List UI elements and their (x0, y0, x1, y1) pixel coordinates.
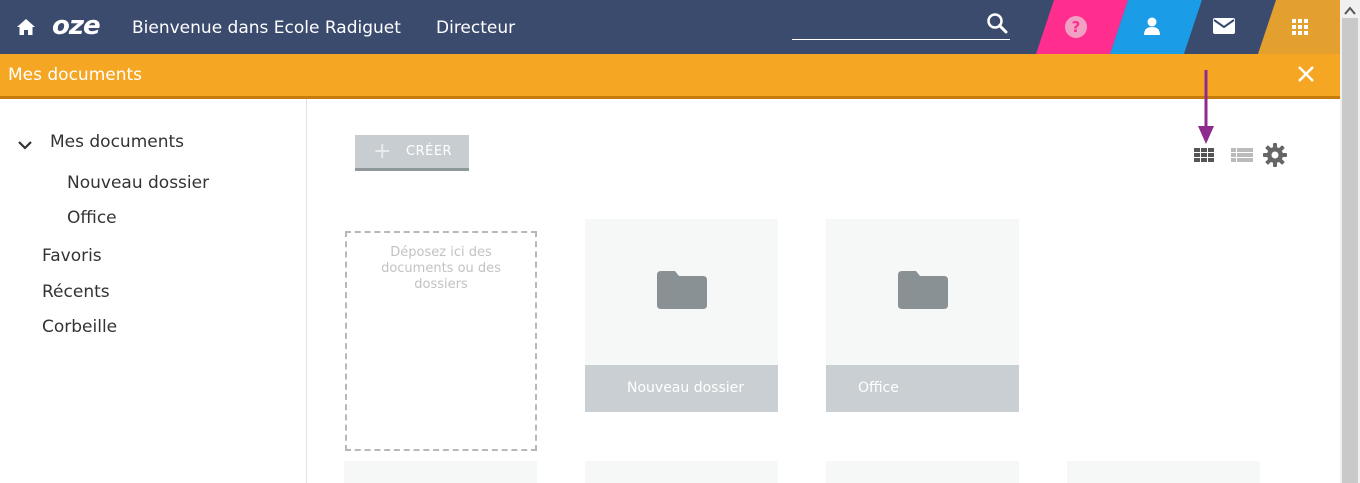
app: oze Bienvenue dans Ecole Radiguet Direct… (0, 0, 1340, 483)
top-bar: oze Bienvenue dans Ecole Radiguet Direct… (0, 0, 1340, 54)
folder-icon (898, 271, 948, 309)
help-icon[interactable]: ? (1065, 16, 1087, 38)
create-button[interactable]: + CRÉER (355, 135, 469, 171)
oze-logo[interactable]: oze (52, 12, 101, 40)
section-title: Mes documents (8, 65, 143, 85)
user-icon[interactable] (1142, 16, 1162, 36)
folder-name: Office (858, 380, 899, 396)
section-header: Mes documents (0, 54, 1340, 99)
annotation-arrow (1198, 70, 1214, 144)
placeholder-card (585, 461, 778, 483)
search-icon[interactable] (986, 12, 1008, 34)
placeholder-card (826, 461, 1019, 483)
mail-icon[interactable] (1213, 18, 1235, 34)
folder-card-office[interactable]: Office (826, 219, 1019, 412)
drop-zone-text: Déposez ici des documents ou des dossier… (381, 245, 501, 292)
search-input[interactable] (792, 14, 986, 40)
sidebar-item-nouveau-dossier[interactable]: Nouveau dossier (67, 172, 209, 194)
close-icon[interactable] (1297, 65, 1315, 83)
folder-label-bar: Office (826, 365, 1019, 412)
folder-name: Nouveau dossier (627, 380, 745, 396)
scrollbar-thumb[interactable] (1342, 18, 1358, 483)
sidebar-item-office[interactable]: Office (67, 207, 117, 229)
grid-view-icon[interactable] (1194, 148, 1214, 162)
folder-label-bar: Nouveau dossier (585, 365, 778, 412)
settings-icon[interactable] (1263, 143, 1287, 167)
list-view-icon[interactable] (1231, 148, 1253, 162)
welcome-text: Bienvenue dans Ecole Radiguet (132, 18, 401, 38)
plus-icon: + (373, 139, 392, 164)
apps-icon[interactable] (1292, 19, 1308, 35)
placeholder-card (1067, 461, 1260, 483)
chevron-down-icon[interactable] (18, 141, 32, 151)
sidebar-item-corbeille[interactable]: Corbeille (42, 316, 117, 338)
scroll-up-icon[interactable] (1344, 6, 1356, 16)
home-icon[interactable] (17, 19, 35, 35)
create-label: CRÉER (406, 144, 453, 159)
sidebar-item-recents[interactable]: Récents (42, 281, 110, 303)
folder-card-nouveau-dossier[interactable]: Nouveau dossier (585, 219, 778, 412)
role-label[interactable]: Directeur (436, 17, 515, 39)
folder-icon (657, 271, 707, 309)
search-underline (792, 39, 1010, 40)
sidebar-item-favoris[interactable]: Favoris (42, 245, 102, 267)
drop-zone[interactable]: Déposez ici des documents ou des dossier… (345, 231, 537, 451)
placeholder-card (344, 461, 537, 483)
sidebar-item-mes-documents[interactable]: Mes documents (50, 131, 184, 153)
